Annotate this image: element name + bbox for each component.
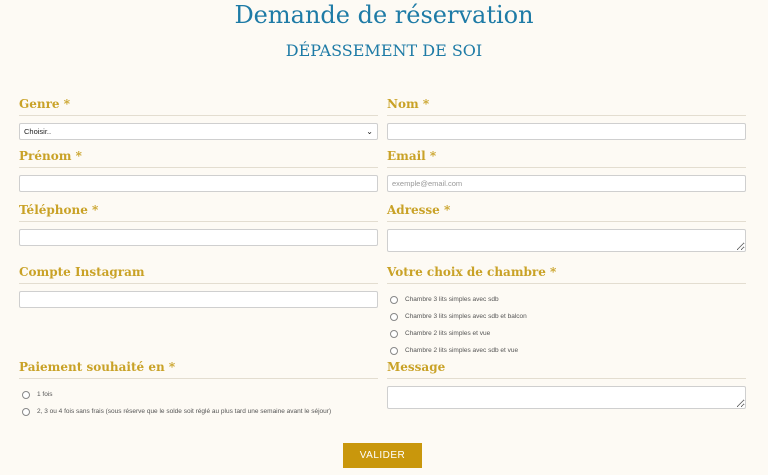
- paiement-option-label: 2, 3 ou 4 fois sans frais (sous réserve …: [37, 408, 332, 415]
- chevron-down-icon: ⌄: [366, 127, 373, 136]
- adresse-group: Adresse *: [387, 202, 746, 252]
- paiement-option[interactable]: 2, 3 ou 4 fois sans frais (sous réserve …: [19, 403, 378, 420]
- chambre-option-label: Chambre 3 lits simples avec sdb: [405, 296, 499, 303]
- adresse-textarea[interactable]: [387, 229, 746, 252]
- email-input[interactable]: [387, 175, 746, 192]
- paiement-label: Paiement souhaité en *: [19, 359, 378, 379]
- instagram-input[interactable]: [19, 291, 378, 308]
- radio-button[interactable]: [22, 407, 30, 416]
- email-group: Email *: [387, 148, 746, 192]
- telephone-label: Téléphone *: [19, 202, 378, 222]
- radio-button[interactable]: [390, 329, 398, 338]
- nom-input[interactable]: [387, 123, 746, 140]
- radio-button[interactable]: [22, 390, 30, 399]
- chambre-option[interactable]: Chambre 3 lits simples avec sdb et balco…: [387, 308, 746, 325]
- chambre-radio-group: Chambre 3 lits simples avec sdb Chambre …: [387, 291, 746, 359]
- genre-group: Genre * Choisir.. ⌄: [19, 96, 378, 140]
- message-textarea[interactable]: [387, 386, 746, 409]
- chambre-option-label: Chambre 2 lits simples et vue: [405, 330, 491, 337]
- radio-button[interactable]: [390, 346, 398, 355]
- chambre-option[interactable]: Chambre 2 lits simples et vue: [387, 325, 746, 342]
- radio-button[interactable]: [390, 312, 398, 321]
- message-group: Message: [387, 359, 746, 409]
- message-label: Message: [387, 359, 746, 379]
- genre-label: Genre *: [19, 96, 378, 116]
- paiement-radio-group: 1 fois 2, 3 ou 4 fois sans frais (sous r…: [19, 386, 378, 420]
- paiement-group: Paiement souhaité en * 1 fois 2, 3 ou 4 …: [19, 359, 378, 420]
- email-label: Email *: [387, 148, 746, 168]
- paiement-option[interactable]: 1 fois: [19, 386, 378, 403]
- chambre-option-label: Chambre 2 lits simples avec sdb et vue: [405, 347, 519, 354]
- radio-button[interactable]: [390, 295, 398, 304]
- chambre-group: Votre choix de chambre * Chambre 3 lits …: [387, 264, 746, 359]
- genre-selected-value: Choisir..: [24, 127, 52, 136]
- chambre-option[interactable]: Chambre 3 lits simples avec sdb: [387, 291, 746, 308]
- prenom-input[interactable]: [19, 175, 378, 192]
- genre-select[interactable]: Choisir.. ⌄: [19, 123, 378, 140]
- adresse-label: Adresse *: [387, 202, 746, 222]
- chambre-label: Votre choix de chambre *: [387, 264, 746, 284]
- telephone-input[interactable]: [19, 229, 378, 246]
- nom-label: Nom *: [387, 96, 746, 116]
- submit-button[interactable]: VALIDER: [343, 443, 422, 468]
- instagram-group: Compte Instagram: [19, 264, 378, 308]
- chambre-option-label: Chambre 3 lits simples avec sdb et balco…: [405, 313, 527, 320]
- chambre-option[interactable]: Chambre 2 lits simples avec sdb et vue: [387, 342, 746, 359]
- prenom-label: Prénom *: [19, 148, 378, 168]
- telephone-group: Téléphone *: [19, 202, 378, 246]
- prenom-group: Prénom *: [19, 148, 378, 192]
- instagram-label: Compte Instagram: [19, 264, 378, 284]
- nom-group: Nom *: [387, 96, 746, 140]
- page-title: Demande de réservation: [234, 1, 534, 29]
- page-subtitle: DÉPASSEMENT DE SOI: [285, 41, 483, 60]
- paiement-option-label: 1 fois: [37, 391, 53, 398]
